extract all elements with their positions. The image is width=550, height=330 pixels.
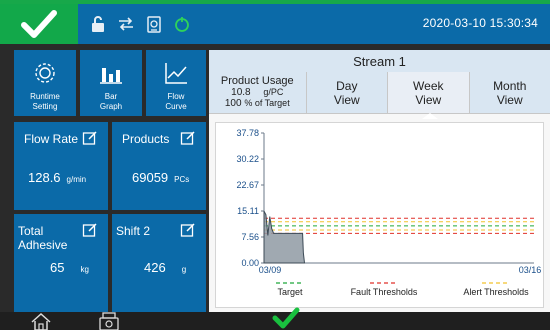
tile-label-line1: Flow <box>167 92 185 101</box>
tab-month-view[interactable]: Month View <box>468 72 550 113</box>
total-adhesive-unit: kg <box>80 265 89 274</box>
status-check-button[interactable] <box>0 4 78 44</box>
stream-panel: Stream 1 Product Usage 10.8 g/PC 100 % o… <box>209 50 550 312</box>
product-usage-unit: g/PC <box>263 87 284 97</box>
total-adhesive-title: Total Adhesive <box>18 224 67 252</box>
shift-title: Shift 2 <box>116 224 151 238</box>
y-tick-label: 15.11 <box>237 206 259 216</box>
line-chart-icon <box>163 60 189 91</box>
edit-icon[interactable] <box>180 222 196 243</box>
edit-icon[interactable] <box>82 222 98 243</box>
flow-rate-value-row: 128.6 g/min <box>28 170 86 185</box>
product-usage-tab[interactable]: Product Usage 10.8 g/PC 100 % of Target <box>209 72 306 113</box>
y-tick-label: 0.00 <box>241 258 259 268</box>
x-tick-label: 03/16 <box>519 265 542 275</box>
lock-icon[interactable] <box>88 14 108 34</box>
transfer-icon[interactable] <box>116 14 136 34</box>
runtime-setting-label: Runtime Setting <box>14 92 76 112</box>
tab-day-view[interactable]: Day View <box>305 72 387 113</box>
flow-rate-value: 128.6 <box>28 170 61 185</box>
tab-line1: Month <box>493 78 527 93</box>
tile-label-line2: Setting <box>32 102 58 111</box>
total-adhesive-value-row: 65 kg <box>50 260 89 275</box>
bottom-bar <box>0 307 550 330</box>
product-usage-value-row: 10.8 g/PC <box>231 87 283 98</box>
products-unit: PCs <box>174 175 190 184</box>
gear-icon <box>32 60 58 91</box>
product-usage-percent: 100 <box>224 98 242 109</box>
bar-graph-label: Bar Graph <box>80 92 142 112</box>
screen: 2020-03-10 15:30:34 Runtime Setting Bar … <box>0 0 550 330</box>
legend-label: Target <box>277 287 303 297</box>
tab-line2: View <box>333 92 360 107</box>
tab-line2: View <box>496 92 523 107</box>
flow-chart: 0.00 7.56 15.11 22.67 30.22 37.78 03/09 03/16 Ta… <box>215 122 544 308</box>
edit-icon[interactable] <box>82 130 98 151</box>
flow-curve-button[interactable]: Flow Curve <box>146 50 206 116</box>
printer-icon[interactable] <box>98 312 120 330</box>
product-usage-value: 10.8 <box>231 87 251 98</box>
total-adhesive-title-line1: Total <box>18 224 44 238</box>
tile-label-line2: Curve <box>165 102 187 111</box>
home-icon[interactable] <box>30 312 52 330</box>
legend-label: Fault Thresholds <box>351 287 418 297</box>
power-ring-icon[interactable] <box>172 14 192 34</box>
active-tab-indicator <box>422 113 438 119</box>
clipboard-icon[interactable] <box>144 14 164 34</box>
products-title: Products <box>122 132 170 146</box>
datetime: 2020-03-10 15:30:34 <box>422 16 538 30</box>
shift-value: 426 <box>144 260 166 275</box>
runtime-setting-button[interactable]: Runtime Setting <box>14 50 76 116</box>
tab-line1: Day <box>336 78 358 93</box>
tab-week-view[interactable]: Week View <box>387 72 469 113</box>
status-icons <box>88 10 192 38</box>
tile-label-line2: Graph <box>99 102 123 111</box>
chart-svg: 0.00 7.56 15.11 22.67 30.22 37.78 03/09 03/16 Ta… <box>236 128 542 297</box>
products-value-row: 69059 PCs <box>132 170 189 185</box>
confirm-check-icon[interactable] <box>272 306 300 330</box>
check-icon <box>21 10 57 38</box>
product-usage-percent-row: 100 % of Target <box>225 98 290 109</box>
tile-label-line1: Bar <box>104 92 118 101</box>
flow-rate-title: Flow Rate <box>24 132 79 146</box>
total-adhesive-card[interactable]: Total Adhesive 65 kg <box>14 214 108 312</box>
y-tick-label: 22.67 <box>236 180 259 190</box>
total-adhesive-value: 65 <box>50 260 65 275</box>
tab-line1: Week <box>413 78 444 93</box>
view-tabs: Product Usage 10.8 g/PC 100 % of Target … <box>209 72 550 114</box>
bar-chart-icon <box>98 60 124 91</box>
legend-label: Alert Thresholds <box>463 287 529 297</box>
bar-graph-button[interactable]: Bar Graph <box>80 50 142 116</box>
tile-label-line1: Runtime <box>30 92 60 101</box>
flow-rate-unit: g/min <box>66 175 87 184</box>
products-card[interactable]: Products 69059 PCs <box>112 122 206 210</box>
flow-series-area <box>263 210 306 264</box>
tab-line2: View <box>415 92 442 107</box>
stream-title: Stream 1 <box>209 50 550 72</box>
shift-unit: g <box>181 265 187 274</box>
product-usage-title: Product Usage <box>220 75 294 87</box>
y-tick-label: 30.22 <box>236 154 259 164</box>
y-tick-label: 7.56 <box>241 232 259 242</box>
top-bar: 2020-03-10 15:30:34 <box>0 0 550 44</box>
y-tick-label: 37.78 <box>236 128 259 138</box>
products-value: 69059 <box>132 170 169 185</box>
flow-rate-card[interactable]: Flow Rate 128.6 g/min <box>14 122 108 210</box>
shift-value-row: 426 g <box>144 260 186 275</box>
x-tick-label: 03/09 <box>259 265 282 275</box>
total-adhesive-title-line2: Adhesive <box>18 238 68 252</box>
shift-card[interactable]: Shift 2 426 g <box>112 214 206 312</box>
product-usage-percent-label: % of Target <box>244 98 290 108</box>
edit-icon[interactable] <box>180 130 196 151</box>
flow-curve-label: Flow Curve <box>146 92 206 112</box>
